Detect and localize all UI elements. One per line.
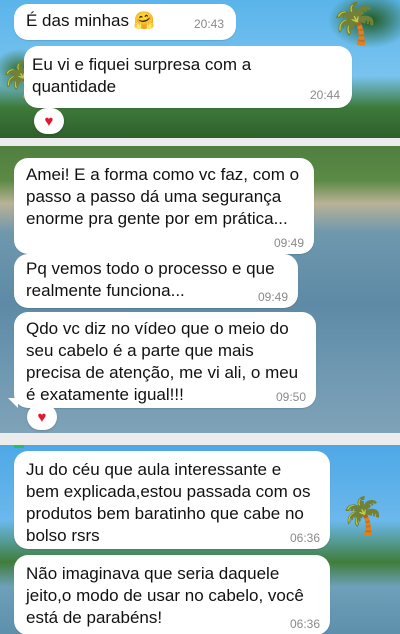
message-time: 09:49 bbox=[273, 236, 304, 250]
message-bubble[interactable]: Pq vemos todo o processo e que realmente… bbox=[14, 254, 298, 308]
palm-tree-icon: 🌴 bbox=[340, 495, 385, 536]
heart-reaction-icon[interactable]: ♥ bbox=[27, 404, 57, 430]
palm-tree-icon: 🌴 bbox=[330, 2, 380, 46]
chat-screenshot-2: Amei! E a forma como vc faz, com o passo… bbox=[0, 146, 400, 433]
chat-screenshot-3: 🌴 Ju do céu que aula interessante e bem … bbox=[0, 445, 400, 634]
message-bubble[interactable]: Ju do céu que aula interessante e bem ex… bbox=[14, 451, 330, 549]
bubble-tail bbox=[8, 398, 18, 408]
separator bbox=[0, 138, 400, 146]
message-text: É das minhas 🤗 bbox=[26, 11, 155, 30]
online-indicator bbox=[14, 445, 24, 448]
message-time: 09:50 bbox=[275, 390, 306, 404]
message-bubble[interactable]: Não imaginava que seria daquele jeito,o … bbox=[14, 555, 330, 634]
message-text: Não imaginava que seria daquele jeito,o … bbox=[26, 564, 304, 627]
message-time: 20:44 bbox=[309, 88, 340, 102]
message-text: Qdo vc diz no vídeo que o meio do seu ca… bbox=[26, 319, 299, 404]
heart-reaction-icon[interactable]: ♥ bbox=[34, 108, 64, 134]
message-bubble[interactable]: Eu vi e fiquei surpresa com a quantidade… bbox=[24, 46, 352, 108]
message-bubble[interactable]: É das minhas 🤗 20:43 bbox=[14, 4, 236, 40]
message-text: Eu vi e fiquei surpresa com a quantidade bbox=[32, 55, 252, 96]
message-text: Pq vemos todo o processo e que realmente… bbox=[26, 259, 275, 300]
message-time: 06:36 bbox=[289, 531, 320, 545]
message-time: 09:49 bbox=[257, 290, 288, 304]
message-bubble[interactable]: Qdo vc diz no vídeo que o meio do seu ca… bbox=[14, 312, 316, 408]
message-time: 20:43 bbox=[193, 17, 224, 31]
message-text: Amei! E a forma como vc faz, com o passo… bbox=[26, 165, 300, 228]
message-bubble[interactable]: Amei! E a forma como vc faz, com o passo… bbox=[14, 158, 314, 254]
message-text: Ju do céu que aula interessante e bem ex… bbox=[26, 460, 311, 545]
chat-screenshot-1: 🌴 🌴 É das minhas 🤗 20:43 Eu vi e fiquei … bbox=[0, 0, 400, 138]
message-time: 06:36 bbox=[289, 617, 320, 631]
separator bbox=[0, 433, 400, 445]
